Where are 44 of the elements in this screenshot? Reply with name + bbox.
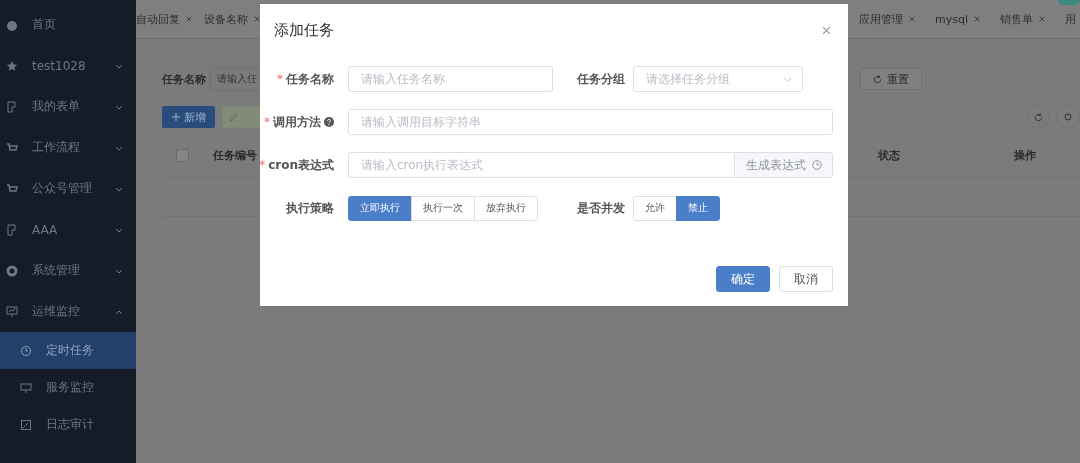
radio-button[interactable]: 允许 bbox=[633, 195, 677, 221]
field-label: 任务分组 bbox=[577, 70, 625, 88]
page-tab[interactable]: 销售单 bbox=[1000, 11, 1045, 27]
reset-button[interactable]: 重置 bbox=[860, 68, 922, 90]
cancel-button[interactable]: 取消 bbox=[779, 266, 833, 292]
group-select[interactable]: 请选择任务分组 bbox=[633, 66, 803, 92]
page-tab[interactable]: 设备名称 bbox=[204, 11, 260, 27]
page-tab[interactable]: mysql bbox=[935, 12, 980, 26]
sidebar-item[interactable]: 我的表单 bbox=[0, 86, 136, 127]
radio-button[interactable]: 执行一次 bbox=[411, 195, 475, 221]
text-input[interactable]: 请输入调用目标字符串 bbox=[348, 109, 833, 135]
column-header: 任务编号 bbox=[213, 147, 258, 163]
cron-input[interactable]: 请输入cron执行表达式 bbox=[348, 152, 734, 178]
dialog-title: 添加任务 bbox=[274, 20, 334, 40]
sidebar-item[interactable]: 运维监控 bbox=[0, 291, 136, 332]
page-tab[interactable]: 用 bbox=[1065, 11, 1076, 27]
confirm-button[interactable]: 确定 bbox=[716, 266, 770, 292]
field-label: cron表达式 bbox=[268, 156, 334, 174]
text-input[interactable]: 请输入任务名称 bbox=[348, 66, 553, 92]
required-asterisk: * bbox=[277, 72, 283, 86]
field-label: 调用方法 bbox=[273, 113, 321, 131]
sidebar-item[interactable]: test1028 bbox=[0, 45, 136, 86]
column-header: 状态 bbox=[878, 147, 901, 163]
field-label: 是否并发 bbox=[577, 199, 625, 217]
radio-button[interactable]: 禁止 bbox=[676, 195, 720, 221]
required-asterisk: * bbox=[264, 115, 270, 129]
search-label: 任务名称 bbox=[162, 71, 206, 87]
page-tab[interactable]: 应用管理 bbox=[859, 11, 915, 27]
radio-button[interactable]: 放弃执行 bbox=[474, 195, 538, 221]
radio-button[interactable]: 立即执行 bbox=[348, 195, 412, 221]
sidebar-subitem[interactable]: 定时任务 bbox=[0, 332, 136, 369]
sidebar-item[interactable]: 公众号管理 bbox=[0, 168, 136, 209]
sidebar-item[interactable]: 首页 bbox=[0, 4, 136, 45]
field-label: 任务名称 bbox=[286, 70, 334, 88]
field-label: 执行策略 bbox=[286, 199, 334, 217]
sidebar-item[interactable]: 工作流程 bbox=[0, 127, 136, 168]
generate-expression-button[interactable]: 生成表达式 bbox=[734, 152, 833, 178]
add-button[interactable]: 新增 bbox=[162, 106, 215, 128]
sidebar-subitem[interactable]: 服务监控 bbox=[0, 369, 136, 406]
sidebar-item[interactable]: 系统管理 bbox=[0, 250, 136, 291]
column-header: 操作 bbox=[1014, 147, 1036, 163]
page-tab[interactable]: 自动回复 bbox=[136, 11, 192, 27]
sidebar-item[interactable]: AAA bbox=[0, 209, 136, 250]
sidebar-subitem[interactable]: 日志审计 bbox=[0, 406, 136, 443]
